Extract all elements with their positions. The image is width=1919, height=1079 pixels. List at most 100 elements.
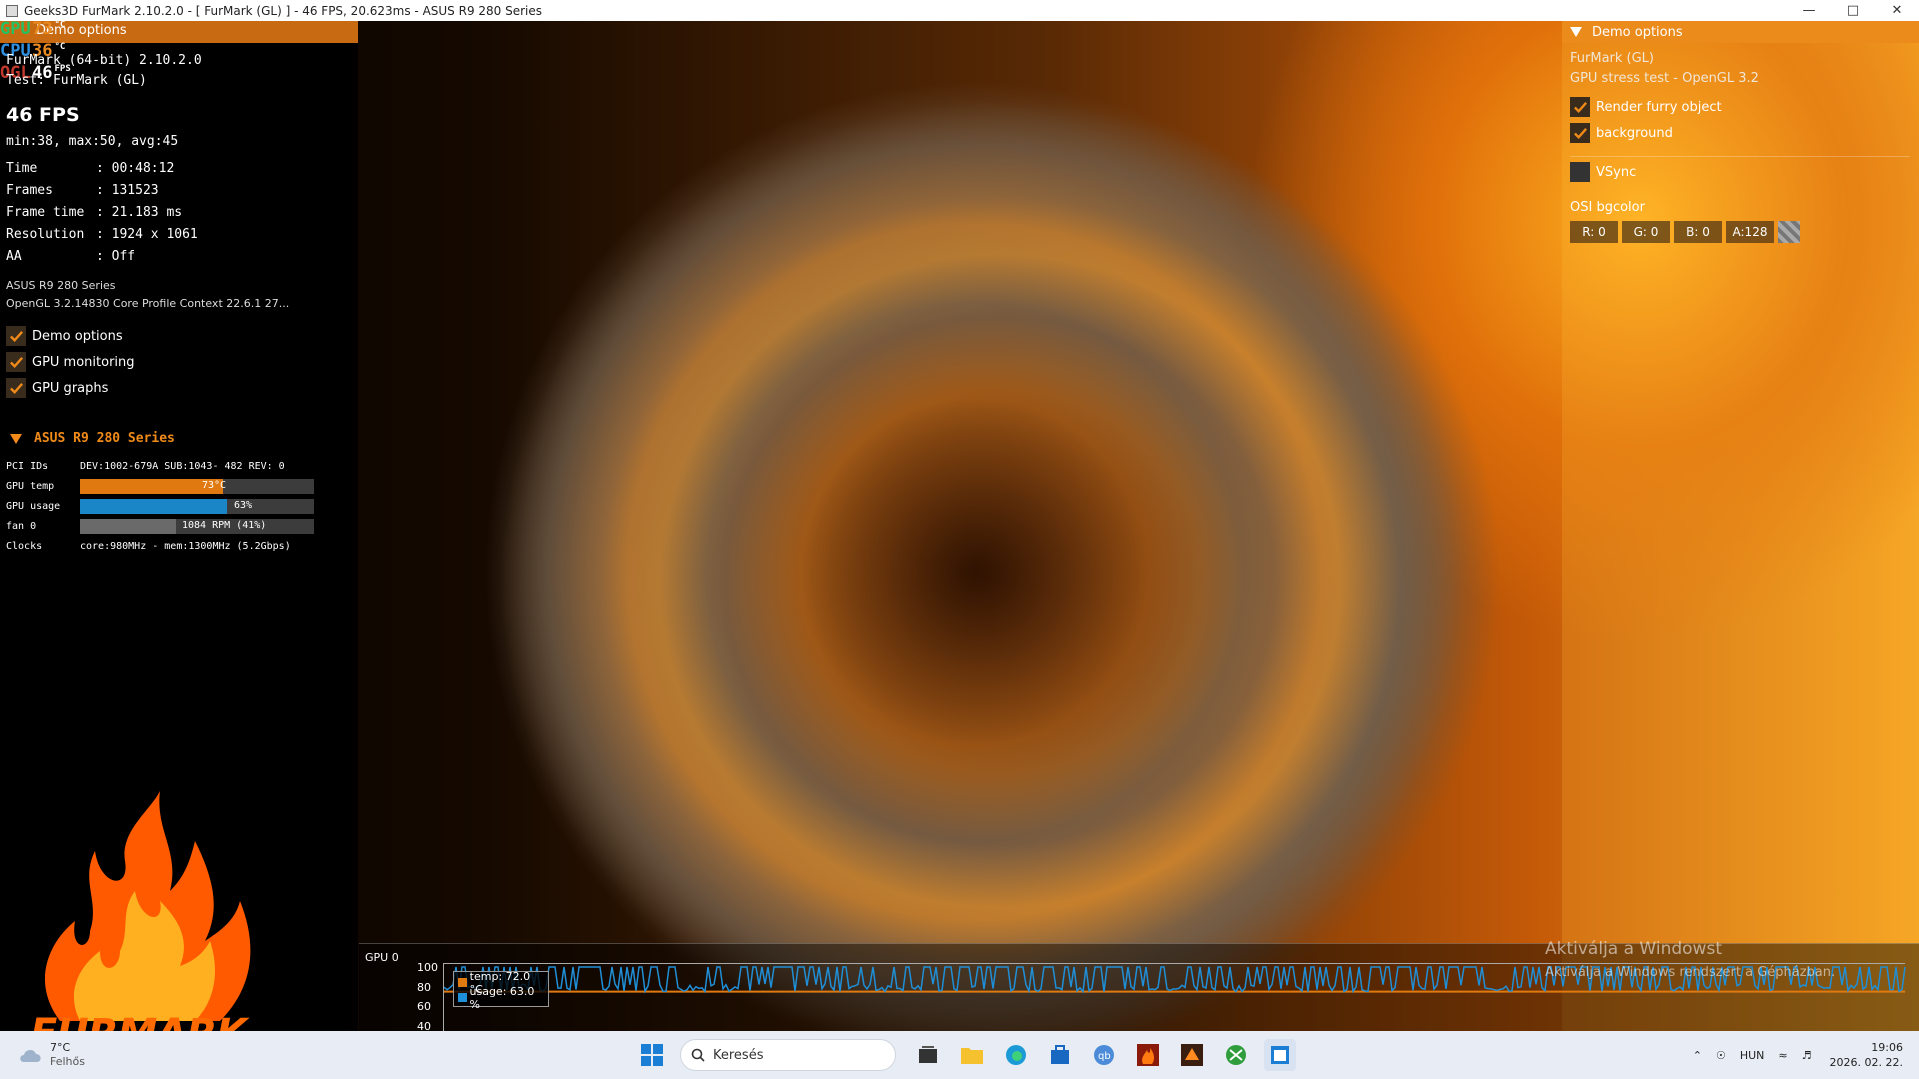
window-app-icon	[1271, 1046, 1289, 1064]
maximize-icon: □	[1846, 3, 1860, 18]
alpha-field[interactable]: A:128	[1726, 221, 1774, 243]
render-furry-checkbox[interactable]: Render furry object	[1570, 94, 1722, 120]
minimize-icon: —	[1802, 3, 1816, 18]
stat-value: : Off	[96, 249, 136, 264]
y-tick: 100	[417, 961, 438, 974]
gpu-usage-label: GPU usage	[6, 500, 61, 512]
search-icon	[691, 1048, 705, 1062]
stat-row: Frames : 131523	[6, 183, 198, 205]
folder-icon	[961, 1048, 983, 1064]
divider	[1570, 156, 1910, 157]
edge-button[interactable]	[1000, 1039, 1032, 1071]
task-view-button[interactable]	[912, 1039, 944, 1071]
fps-text: 46 FPS	[6, 104, 80, 126]
demo-options-header[interactable]: Demo options	[1562, 21, 1919, 43]
demo-options-checkbox[interactable]: Demo options	[6, 323, 135, 349]
language-indicator[interactable]: HUN	[1740, 1049, 1765, 1062]
eye-off-icon[interactable]: ☉	[1716, 1049, 1726, 1062]
gpu-monitoring-checkbox[interactable]: GPU monitoring	[6, 349, 135, 375]
osd-gpu-value: 73	[32, 19, 53, 39]
furmark-icon	[1137, 1044, 1159, 1066]
weather-widget[interactable]: 7°C Felhős	[18, 1041, 85, 1069]
clock-date: 2026. 02. 22.	[1829, 1056, 1903, 1069]
fur-donut	[385, 47, 1565, 1079]
stat-row: Frame time: 21.183 ms	[6, 205, 198, 227]
activation-watermark-sub: Aktiválja a Windows rendszert a Gépházba…	[1545, 965, 1836, 980]
test-text: Test: FurMark (GL)	[6, 73, 147, 88]
color-swatch[interactable]	[1778, 221, 1800, 243]
file-explorer-button[interactable]	[956, 1039, 988, 1071]
stat-value: : 131523	[96, 183, 159, 198]
active-app-button[interactable]	[1264, 1039, 1296, 1071]
clocks-row: Clocks core:980MHz - mem:1300MHz (5.2Gbp…	[6, 536, 314, 556]
close-button[interactable]: ✕	[1875, 0, 1919, 21]
start-button[interactable]	[636, 1039, 668, 1071]
gpu-section-header[interactable]: ASUS R9 280 Series	[10, 431, 175, 446]
y-tick: 80	[417, 980, 431, 994]
volume-icon[interactable]: ♬	[1802, 1049, 1812, 1062]
system-tray: ⌃ ☉ HUN ≈ ♬ 19:06 2026. 02. 22.	[1679, 1031, 1903, 1079]
store-button[interactable]	[1044, 1039, 1076, 1071]
red-field[interactable]: R: 0	[1570, 221, 1618, 243]
stat-row: Resolution : 1924 x 1061	[6, 227, 198, 249]
osd-gpu-label: GPU	[0, 19, 31, 39]
fan-label: fan 0	[6, 520, 37, 532]
legend-usage-text: usage: 63.0 %	[469, 984, 535, 1011]
weather-temp: 7°C	[50, 1041, 71, 1054]
usage-swatch	[458, 993, 467, 1002]
bgcolor-editor: R: 0 G: 0 B: 0 A:128	[1570, 221, 1800, 243]
legend-usage: usage: 63.0 %	[458, 985, 544, 1011]
temp-swatch	[458, 978, 467, 987]
stat-key: Resolution	[6, 227, 85, 242]
xbox-icon	[1226, 1045, 1246, 1065]
gpu-temp-bar: 73°C	[80, 478, 314, 494]
xbox-button[interactable]	[1220, 1039, 1252, 1071]
title-bar[interactable]: Geeks3D FurMark 2.10.2.0 - [ FurMark (GL…	[0, 0, 1919, 21]
clocks-label: Clocks	[6, 540, 43, 552]
search-box[interactable]: Keresés	[680, 1039, 896, 1071]
furmark-window: Geeks3D FurMark 2.10.2.0 - [ FurMark (GL…	[0, 0, 1919, 1079]
osd-gpu-row: GPU 73 °C	[0, 21, 71, 43]
qbittorrent-button[interactable]: qb	[1088, 1039, 1120, 1071]
stat-value: : 21.183 ms	[96, 205, 183, 220]
stat-key: AA	[6, 249, 22, 264]
fan-bar: 1084 RPM (41%)	[80, 518, 314, 534]
gpu-usage-row: GPU usage 63%	[6, 496, 314, 516]
blue-field[interactable]: B: 0	[1674, 221, 1722, 243]
checkbox-label: VSync	[1596, 164, 1637, 180]
gpu-section-title: ASUS R9 280 Series	[34, 431, 175, 446]
background-checkbox[interactable]: background	[1570, 120, 1673, 146]
gpu-name: ASUS R9 280 Series	[6, 279, 116, 292]
maximize-button[interactable]: □	[1831, 0, 1875, 21]
app-button[interactable]	[1176, 1039, 1208, 1071]
task-view-icon	[919, 1046, 937, 1063]
wifi-icon[interactable]: ≈	[1778, 1049, 1787, 1062]
overlay-checkboxes: Demo options GPU monitoring GPU graphs	[6, 323, 135, 401]
demo-options-title: Demo options	[1592, 24, 1683, 40]
edge-icon	[1006, 1045, 1026, 1065]
demo-options-panel: Demo options FurMark (GL) GPU stress tes…	[1562, 21, 1919, 1031]
opengl-info: OpenGL 3.2.14830 Core Profile Context 22…	[6, 297, 290, 310]
search-placeholder: Keresés	[713, 1047, 764, 1063]
gpu-graphs-checkbox[interactable]: GPU graphs	[6, 375, 135, 401]
clocks-value: core:980MHz - mem:1300MHz (5.2Gbps)	[80, 540, 291, 552]
stat-row: AA : Off	[6, 249, 198, 271]
collapse-triangle-icon	[1570, 27, 1582, 37]
taskbar: 7°C Felhős Keresés qb ⌃ ☉ HUN ≈ ♬ 19:06 …	[0, 1031, 1919, 1079]
checkmark-icon	[6, 378, 26, 398]
vsync-checkbox[interactable]: VSync	[1570, 159, 1636, 185]
app-icon	[1181, 1044, 1203, 1066]
pci-row: PCI IDs DEV:1002-679A SUB:1043- 482 REV:…	[6, 456, 314, 476]
furmark-button[interactable]	[1132, 1039, 1164, 1071]
minimize-button[interactable]: —	[1787, 0, 1831, 21]
stats-table: Time: 00:48:12 Frames: 131523 Frame time…	[6, 161, 198, 271]
weather-desc: Felhős	[50, 1055, 85, 1068]
cloud-icon	[20, 1049, 41, 1062]
stat-value: : 00:48:12	[96, 161, 175, 176]
clock[interactable]: 19:06 2026. 02. 22.	[1830, 1040, 1903, 1070]
chevron-up-icon[interactable]: ⌃	[1693, 1049, 1702, 1062]
stat-key: Frames	[6, 183, 53, 198]
stat-value: : 1924 x 1061	[96, 227, 198, 242]
green-field[interactable]: G: 0	[1622, 221, 1670, 243]
checkbox-label: GPU monitoring	[32, 354, 135, 370]
